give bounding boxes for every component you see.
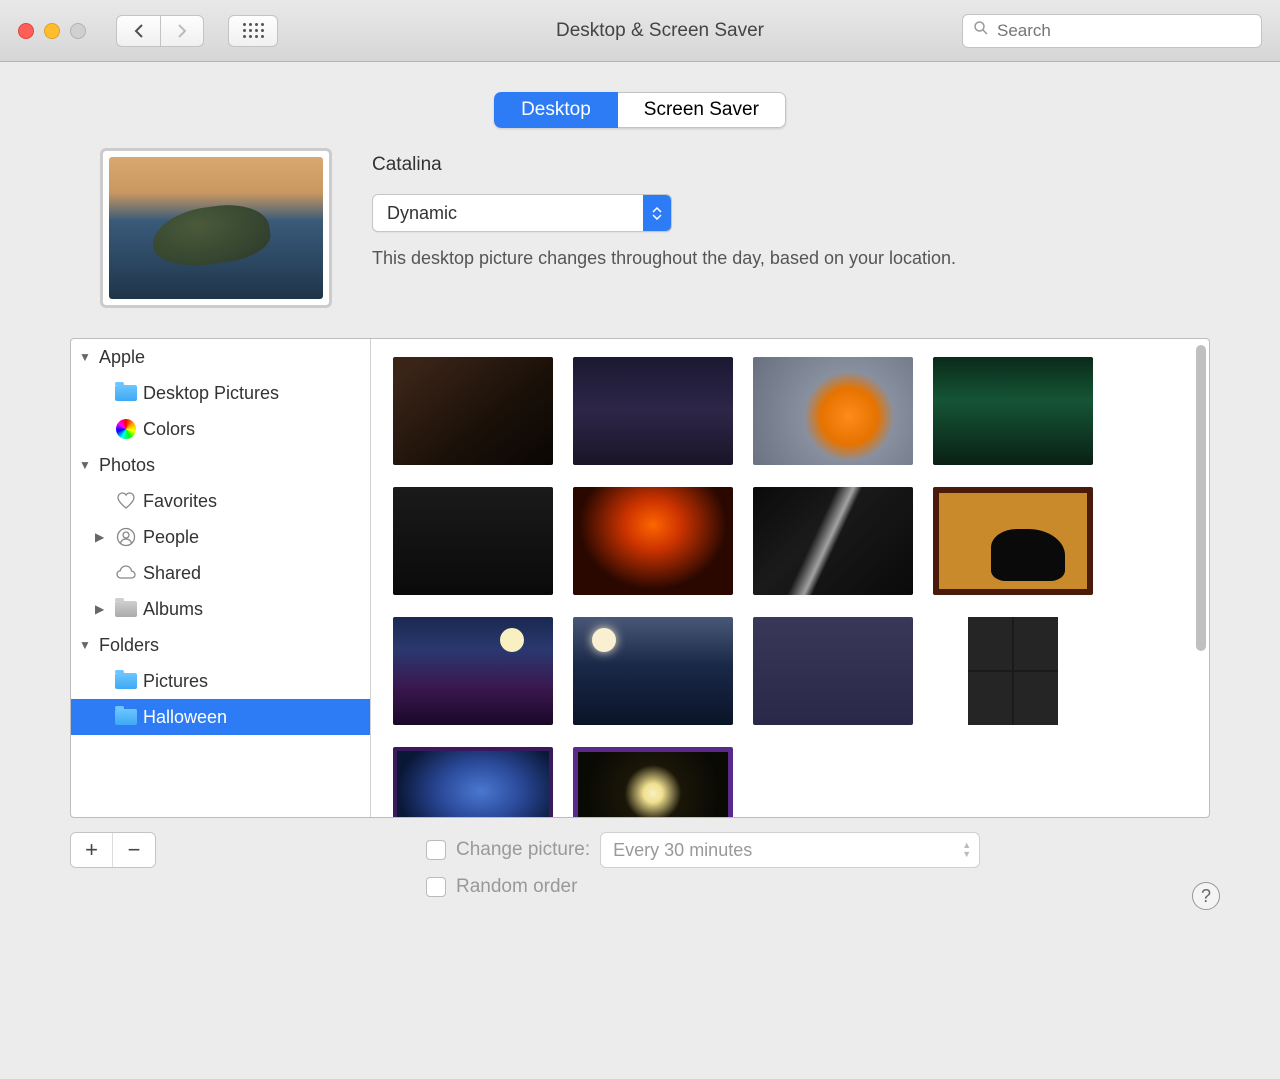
tab-screensaver[interactable]: Screen Saver	[618, 92, 786, 128]
chevron-updown-icon	[643, 195, 671, 231]
item-label: People	[143, 527, 199, 548]
group-label: Folders	[99, 635, 159, 656]
current-wallpaper-preview	[100, 148, 332, 308]
wallpaper-mode-dropdown[interactable]: Dynamic	[372, 194, 672, 232]
search-input[interactable]	[997, 21, 1251, 41]
tab-desktop[interactable]: Desktop	[494, 92, 618, 128]
window-title: Desktop & Screen Saver	[290, 20, 950, 42]
cloud-icon	[115, 562, 137, 584]
wallpaper-thumb[interactable]	[573, 617, 733, 725]
wallpaper-image	[109, 157, 323, 299]
folder-gray-icon	[115, 598, 137, 620]
titlebar: Desktop & Screen Saver	[0, 0, 1280, 62]
wallpaper-thumb[interactable]	[753, 617, 913, 725]
remove-folder-button[interactable]: −	[113, 833, 155, 867]
sidebar-item-colors[interactable]: Colors	[71, 411, 370, 447]
bottom-controls: + − Change picture: Every 30 minutes ▲▼ …	[0, 818, 1280, 898]
sidebar-group-folders[interactable]: ▼ Folders	[71, 627, 370, 663]
tabs-row: Desktop Screen Saver	[0, 62, 1280, 148]
sidebar-group-photos[interactable]: ▼ Photos	[71, 447, 370, 483]
thumbnail-grid[interactable]	[371, 339, 1209, 817]
change-picture-label: Change picture:	[456, 839, 590, 861]
wallpaper-thumb[interactable]	[393, 617, 553, 725]
color-wheel-icon	[115, 418, 137, 440]
options-group: Change picture: Every 30 minutes ▲▼ Rand…	[426, 832, 980, 898]
folder-icon	[115, 382, 137, 404]
wallpaper-description: This desktop picture changes throughout …	[372, 248, 1180, 269]
change-picture-row: Change picture: Every 30 minutes ▲▼	[426, 832, 980, 868]
segmented-control: Desktop Screen Saver	[494, 92, 786, 128]
disclosure-triangle-icon: ▶	[95, 602, 109, 616]
wallpaper-thumb[interactable]	[393, 357, 553, 465]
sidebar-item-albums[interactable]: ▶ Albums	[71, 591, 370, 627]
sidebar-item-favorites[interactable]: Favorites	[71, 483, 370, 519]
item-label: Colors	[143, 419, 195, 440]
traffic-lights	[18, 23, 86, 39]
wallpaper-thumb[interactable]	[573, 487, 733, 595]
add-folder-button[interactable]: +	[71, 833, 113, 867]
sidebar-item-shared[interactable]: Shared	[71, 555, 370, 591]
close-window-button[interactable]	[18, 23, 34, 39]
search-field[interactable]	[962, 14, 1262, 48]
thumbnail-grid-wrap	[371, 339, 1209, 817]
change-picture-checkbox[interactable]	[426, 840, 446, 860]
minimize-window-button[interactable]	[44, 23, 60, 39]
item-label: Pictures	[143, 671, 208, 692]
wallpaper-name: Catalina	[372, 154, 1180, 176]
person-icon	[115, 526, 137, 548]
zoom-window-button	[70, 23, 86, 39]
scrollbar[interactable]	[1196, 345, 1206, 651]
folder-icon	[115, 670, 137, 692]
change-interval-dropdown: Every 30 minutes ▲▼	[600, 832, 980, 868]
search-icon	[973, 20, 989, 41]
wallpaper-thumb[interactable]	[753, 357, 913, 465]
item-label: Shared	[143, 563, 201, 584]
folder-icon	[115, 706, 137, 728]
help-button[interactable]: ?	[1192, 882, 1220, 910]
wallpaper-thumb[interactable]	[393, 487, 553, 595]
wallpaper-thumb[interactable]	[393, 747, 553, 817]
disclosure-triangle-icon: ▼	[79, 638, 93, 652]
item-label: Favorites	[143, 491, 217, 512]
preview-row: Catalina Dynamic This desktop picture ch…	[0, 148, 1280, 338]
group-label: Apple	[99, 347, 145, 368]
disclosure-triangle-icon: ▶	[95, 530, 109, 544]
wallpaper-thumb[interactable]	[753, 487, 913, 595]
disclosure-triangle-icon: ▼	[79, 458, 93, 472]
chevron-updown-icon: ▲▼	[962, 842, 971, 858]
split-view: ▼ Apple Desktop Pictures Colors ▼ Photos	[70, 338, 1210, 818]
item-label: Halloween	[143, 707, 227, 728]
preferences-window: Desktop & Screen Saver Desktop Screen Sa…	[0, 0, 1280, 1079]
sidebar-item-halloween[interactable]: Halloween	[71, 699, 370, 735]
wallpaper-thumb[interactable]	[573, 357, 733, 465]
sidebar-item-pictures[interactable]: Pictures	[71, 663, 370, 699]
nav-buttons	[116, 15, 204, 47]
random-order-label: Random order	[456, 876, 577, 898]
random-order-row: Random order	[426, 876, 980, 898]
sidebar-item-desktop-pictures[interactable]: Desktop Pictures	[71, 375, 370, 411]
sidebar-item-people[interactable]: ▶ People	[71, 519, 370, 555]
item-label: Albums	[143, 599, 203, 620]
back-button[interactable]	[116, 15, 160, 47]
wallpaper-thumb[interactable]	[968, 617, 1058, 725]
add-remove-buttons: + −	[70, 832, 156, 868]
source-sidebar: ▼ Apple Desktop Pictures Colors ▼ Photos	[71, 339, 371, 817]
show-all-button[interactable]	[228, 15, 278, 47]
wallpaper-thumb[interactable]	[933, 487, 1093, 595]
random-order-checkbox	[426, 877, 446, 897]
sidebar-group-apple[interactable]: ▼ Apple	[71, 339, 370, 375]
wallpaper-thumb[interactable]	[573, 747, 733, 817]
item-label: Desktop Pictures	[143, 383, 279, 404]
group-label: Photos	[99, 455, 155, 476]
disclosure-triangle-icon: ▼	[79, 350, 93, 364]
wallpaper-meta: Catalina Dynamic This desktop picture ch…	[372, 148, 1180, 269]
interval-value: Every 30 minutes	[613, 840, 752, 861]
grid-icon	[243, 23, 264, 38]
forward-button	[160, 15, 204, 47]
dropdown-value: Dynamic	[373, 203, 643, 224]
heart-icon	[115, 490, 137, 512]
wallpaper-thumb[interactable]	[933, 357, 1093, 465]
window-body: Desktop Screen Saver Catalina Dynamic	[0, 62, 1280, 1079]
